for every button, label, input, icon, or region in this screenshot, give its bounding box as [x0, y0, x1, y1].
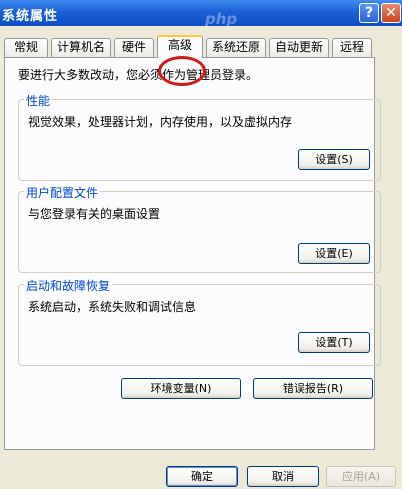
user-profiles-group: 用户配置文件 与您登录有关的桌面设置 设置(E) [18, 184, 381, 273]
ok-button[interactable]: 确定 [166, 466, 238, 487]
user-profiles-group-title: 用户配置文件 [24, 184, 101, 201]
performance-group: 性能 视觉效果，处理器计划，内存使用，以及虚拟内存 设置(S) [18, 92, 381, 181]
startup-recovery-description: 系统启动，系统失败和调试信息 [28, 300, 197, 314]
admin-notice: 要进行大多数改动，您必须作为管理员登录。 [18, 68, 259, 82]
tab-automatic-updates[interactable]: 自动更新 [269, 38, 329, 57]
startup-recovery-group-title: 启动和故障恢复 [24, 277, 113, 294]
title-bar[interactable]: 系统属性 php ? ✕ [0, 0, 402, 28]
startup-recovery-group: 启动和故障恢复 系统启动，系统失败和调试信息 设置(T) [18, 277, 381, 366]
tab-advanced[interactable]: 高级 [157, 35, 203, 58]
close-button[interactable]: ✕ [381, 3, 401, 23]
startup-recovery-settings-button[interactable]: 设置(T) [298, 332, 370, 353]
error-reporting-button[interactable]: 错误报告(R) [253, 378, 373, 399]
performance-settings-button[interactable]: 设置(S) [298, 149, 370, 170]
tab-computer-name[interactable]: 计算机名 [51, 38, 111, 57]
help-button[interactable]: ? [359, 3, 379, 23]
window-title: 系统属性 [2, 9, 59, 24]
tab-hardware[interactable]: 硬件 [114, 38, 154, 57]
advanced-tab-panel: 要进行大多数改动，您必须作为管理员登录。 性能 视觉效果，处理器计划，内存使用，… [4, 57, 381, 450]
watermark: php [205, 10, 238, 28]
performance-description: 视觉效果，处理器计划，内存使用，以及虚拟内存 [28, 115, 293, 129]
user-profiles-description: 与您登录有关的桌面设置 [28, 207, 161, 221]
close-icon: ✕ [385, 5, 397, 21]
cancel-button[interactable]: 取消 [247, 466, 319, 487]
dialog-body: 常规 计算机名 硬件 高级 系统还原 自动更新 远程 要进行大多数改动，您必须作… [0, 26, 402, 489]
apply-button[interactable]: 应用(A) [326, 466, 396, 487]
environment-variables-button[interactable]: 环境变量(N) [121, 378, 241, 399]
tab-general[interactable]: 常规 [4, 38, 48, 57]
tab-remote[interactable]: 远程 [332, 38, 372, 57]
performance-group-title: 性能 [24, 92, 53, 109]
user-profiles-settings-button[interactable]: 设置(E) [298, 243, 370, 264]
help-icon: ? [364, 5, 374, 21]
highlight-circle [158, 56, 206, 86]
tab-system-restore[interactable]: 系统还原 [206, 38, 266, 57]
